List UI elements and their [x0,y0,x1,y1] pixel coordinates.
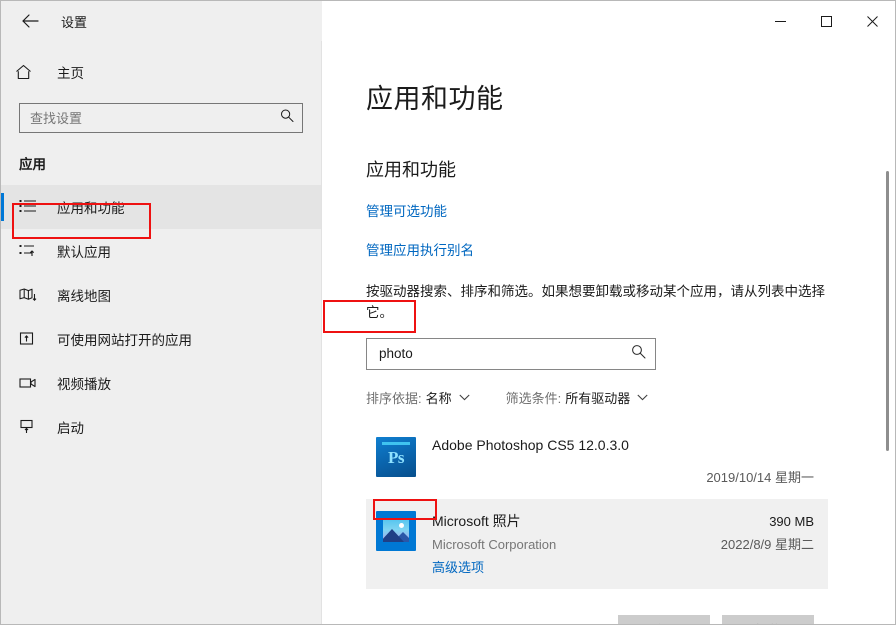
app-install-date: 2019/10/14 星期一 [706,469,814,485]
app-item-body: Microsoft 照片 390 MB Microsoft Corporatio… [432,511,814,577]
page-title: 应用和功能 [366,84,504,114]
filter-by-label: 筛选条件: [505,390,562,406]
sidebar-item-video-playback[interactable]: 视频播放 [1,361,321,405]
section-subtitle: 应用和功能 [366,160,456,180]
search-icon [631,344,646,364]
move-button[interactable]: 移动 [618,614,710,624]
window-title: 设置 [61,14,88,30]
sidebar-item-apps-features[interactable]: 应用和功能 [1,185,321,229]
manage-optional-features-link[interactable]: 管理可选功能 [366,200,447,220]
sidebar-item-home[interactable]: 主页 [1,55,321,89]
sort-by-label: 排序依据: [366,390,422,406]
manage-app-execution-aliases-link[interactable]: 管理应用执行别名 [366,239,474,259]
sort-by-value: 名称 [425,390,452,406]
app-publisher: Microsoft Corporation [432,536,557,552]
sidebar-item-label: 默认应用 [57,245,111,260]
advanced-options-link[interactable]: 高级选项 [432,557,484,576]
sidebar-search-wrap [1,89,321,133]
sidebar-item-label: 启动 [57,421,84,436]
sidebar-item-offline-maps[interactable]: 离线地图 [1,273,321,317]
app-action-buttons: 移动 卸载 [366,589,828,624]
chevron-down-icon [637,394,648,401]
filter-by-dropdown[interactable]: 筛选条件: 所有驱动器 [506,388,649,407]
sidebar-item-label: 离线地图 [57,289,111,304]
apps-for-websites-icon [19,331,45,347]
uninstall-button[interactable]: 卸载 [722,614,814,624]
title-bar-left: 设置 [1,1,322,41]
sidebar-search-box[interactable] [19,103,303,133]
home-icon [15,64,43,80]
startup-icon [19,419,45,435]
sidebar-nav-list: 应用和功能 默认应用 离线地图 可使用网站打开的应用 视频播放 启动 [1,185,321,449]
sidebar-item-startup[interactable]: 启动 [1,405,321,449]
default-apps-icon [19,243,45,259]
app-install-date: 2022/8/9 星期二 [720,536,814,552]
app-list-item[interactable]: Ps Adobe Photoshop CS5 12.0.3.0 2019/10/… [366,425,828,499]
app-size: 390 MB [769,513,814,529]
sidebar-home-label: 主页 [57,66,84,81]
main-content: 应用和功能 应用和功能 管理可选功能 管理应用执行别名 按驱动器搜索、排序和筛选… [322,41,895,624]
search-input[interactable] [20,104,302,132]
app-search-input[interactable] [367,338,655,369]
sidebar-item-label: 应用和功能 [57,201,125,216]
search-icon [280,109,294,128]
settings-window: 设置 主页 查找设置 应用 应用和功能 默认应用 离线地图 可使用网站打开的应用… [0,0,896,625]
sidebar-item-default-apps[interactable]: 默认应用 [1,229,321,273]
apps-features-icon [19,199,45,215]
title-bar: 设置 [1,1,895,41]
window-controls [757,1,895,41]
window-body: 主页 应用 [1,41,895,624]
video-playback-icon [19,375,45,391]
sidebar: 主页 应用 [1,41,322,624]
app-item-body: Adobe Photoshop CS5 12.0.3.0 2019/10/14 … [432,437,814,487]
title-bar-drag-region [322,1,757,41]
filter-by-value: 所有驱动器 [565,390,631,406]
app-list-item-selected[interactable]: Microsoft 照片 390 MB Microsoft Corporatio… [366,498,828,589]
sidebar-section-title: 应用 [19,157,46,172]
app-name: Adobe Photoshop CS5 12.0.3.0 [432,436,629,453]
chevron-down-icon [459,394,470,401]
photoshop-icon: Ps [376,436,416,477]
sidebar-item-label: 可使用网站打开的应用 [57,333,192,348]
maximize-button[interactable] [803,1,849,41]
scrollbar-thumb[interactable] [886,171,889,451]
back-arrow-icon[interactable] [15,7,45,35]
app-search-box[interactable] [366,337,656,370]
main-scrollbar[interactable] [881,41,895,624]
offline-maps-icon [19,287,45,303]
sidebar-item-apps-for-websites[interactable]: 可使用网站打开的应用 [1,317,321,361]
photos-icon [376,510,416,551]
sidebar-item-label: 视频播放 [57,377,111,392]
filter-bar: 排序依据: 名称 筛选条件: 所有驱动器 [366,388,895,407]
minimize-button[interactable] [757,1,803,41]
app-name: Microsoft 照片 [432,512,521,529]
app-list: Ps Adobe Photoshop CS5 12.0.3.0 2019/10/… [366,425,828,624]
close-button[interactable] [849,1,895,41]
section-description: 按驱动器搜索、排序和筛选。如果想要卸载或移动某个应用，请从列表中选择它。 [366,284,825,320]
sort-by-dropdown[interactable]: 排序依据: 名称 [366,388,470,407]
